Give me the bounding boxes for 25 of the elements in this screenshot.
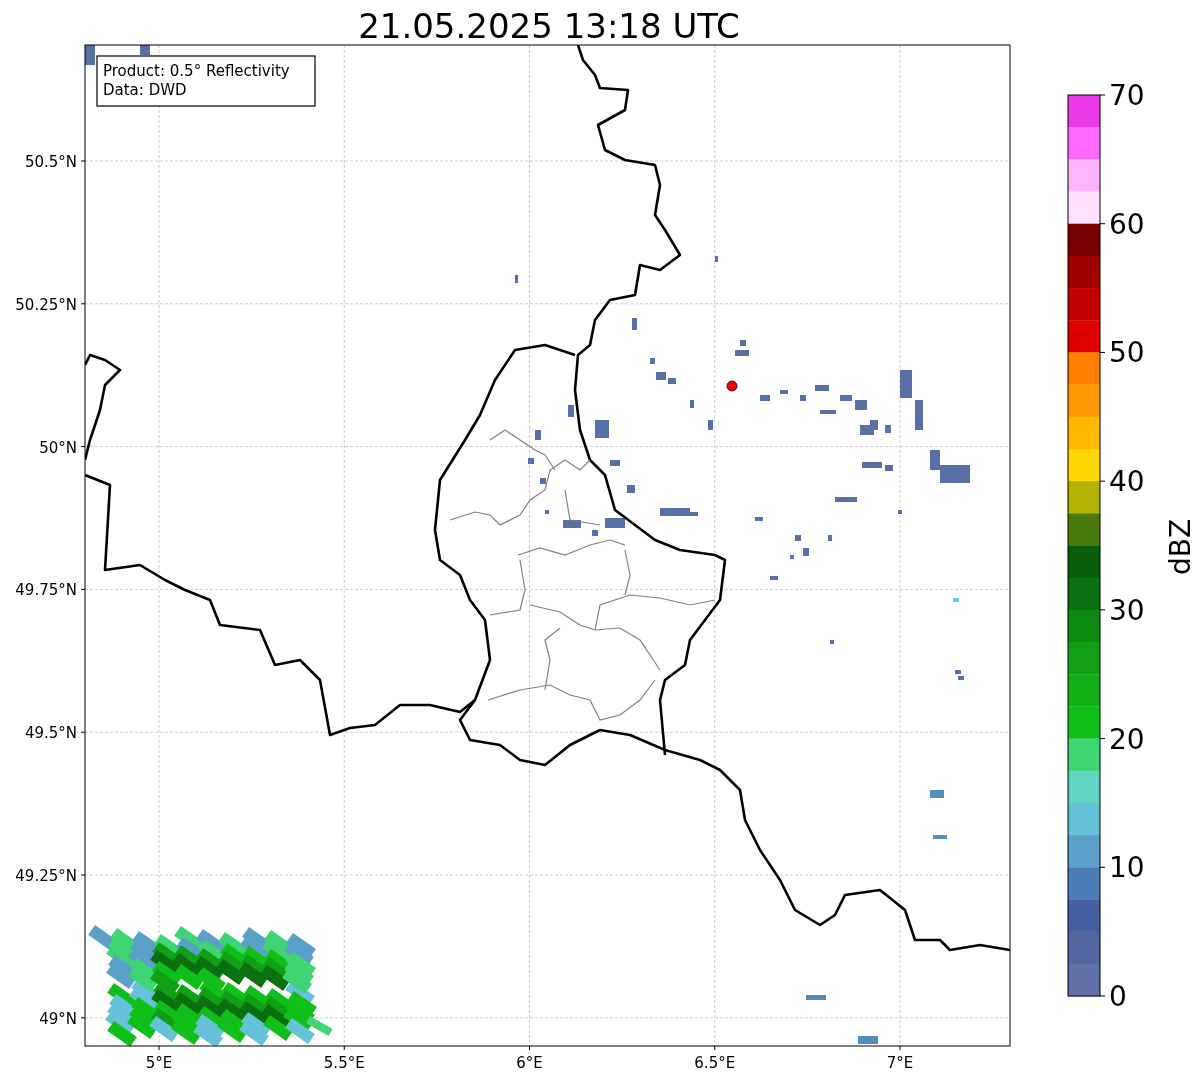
colorbar-tick-label: 70 <box>1109 79 1145 112</box>
chart-title: 21.05.2025 13:18 UTC <box>358 6 740 46</box>
colorbar-tick-label: 30 <box>1109 593 1145 627</box>
info-text: Data: DWD <box>103 81 187 99</box>
latitude-label: 49°N <box>39 1009 77 1028</box>
info-text: Product: 0.5° Reflectivity <box>103 62 290 80</box>
latitude-label: 50.5°N <box>24 153 77 171</box>
radar-site-marker <box>726 380 738 392</box>
latitude-label: 49.75°N <box>15 581 77 600</box>
colorbar-tick-label: 20 <box>1109 722 1145 756</box>
latitude-label: 50.25°N <box>15 295 77 314</box>
longitude-label: 5.5°E <box>323 1054 365 1072</box>
longitude-label: 5°E <box>145 1054 173 1072</box>
longitude-label: 6°E <box>516 1054 543 1072</box>
colorbar-tick-label: 50 <box>1109 336 1145 370</box>
colorbar-tick-label: 0 <box>1109 980 1127 1013</box>
colorbar-tick-label: 40 <box>1109 465 1145 499</box>
longitude-label: 6.5°E <box>694 1054 736 1072</box>
latitude-label: 49.25°N <box>15 867 77 885</box>
colorbar-label: dBZ <box>1164 518 1197 576</box>
latitude-label: 49.5°N <box>24 724 77 743</box>
latitude-label: 50°N <box>39 438 77 457</box>
colorbar-tick-label: 60 <box>1109 207 1145 241</box>
colorbar-tick-label: 10 <box>1109 851 1145 885</box>
longitude-label: 7°E <box>886 1054 914 1072</box>
